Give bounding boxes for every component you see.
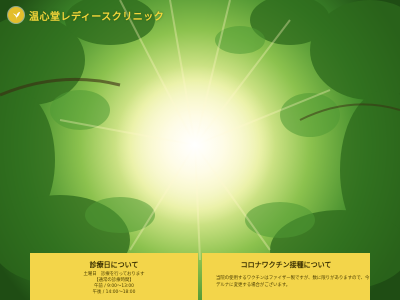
clinic-days-title: 診療日について xyxy=(89,261,139,269)
vaccination-title: コロナワクチン接種について xyxy=(240,261,332,269)
vaccination-panel[interactable]: コロナワクチン接種について 当院の使用するワクチンはファイザー製ですが、数に限り… xyxy=(202,253,370,300)
plant-leaf-icon xyxy=(8,7,24,23)
vaccination-line: デルナに変更する場合がございます。 xyxy=(216,283,291,288)
vaccination-line: 当院の使用するワクチンはファイザー製ですが、数に限りがありますので、今 xyxy=(216,276,370,281)
clinic-days-panel[interactable]: 診療日について 土曜日 診療を行っております 【通常の診療時間】 午前 / 9:… xyxy=(30,253,198,300)
site-title: 温心堂レディースクリニック xyxy=(29,11,165,23)
clinic-days-line: 午後 / 14:00〜18:00 xyxy=(92,290,136,295)
site-logo[interactable]: 温心堂レディースクリニック xyxy=(8,6,164,24)
